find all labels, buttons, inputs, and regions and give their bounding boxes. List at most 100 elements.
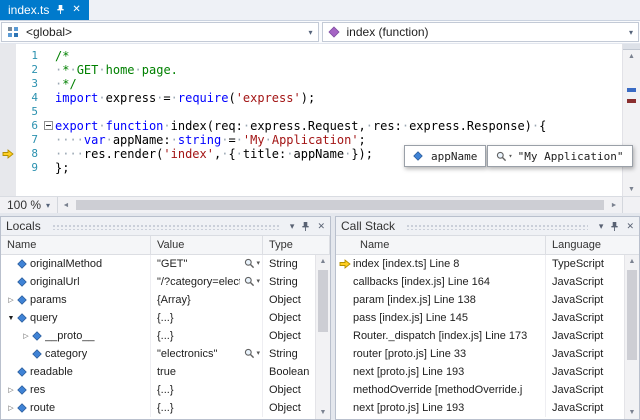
editor-vertical-scrollbar[interactable]: ▲ ▼ [622, 44, 640, 196]
locals-row[interactable]: ▼query{...}Object [1, 309, 315, 327]
locals-row[interactable]: originalMethod"GET"▾String [1, 255, 315, 273]
callstack-row[interactable]: router [proto.js] Line 33JavaScript [336, 345, 624, 363]
variable-value-cell: {...} [151, 309, 263, 327]
breakpoint-margin[interactable] [0, 147, 16, 161]
locals-row[interactable]: readabletrueBoolean [1, 363, 315, 381]
breakpoint-margin[interactable] [0, 63, 16, 77]
magnifier-icon[interactable]: ▾ [496, 151, 512, 162]
code-token: · [265, 133, 272, 147]
expander-icon[interactable]: ▷ [5, 296, 17, 304]
variable-value-cell: true [151, 363, 263, 381]
locals-row[interactable]: ▷__proto__{...}Object [1, 327, 315, 345]
breakpoint-margin[interactable] [0, 77, 16, 91]
variable-value: {...} [157, 384, 174, 396]
scroll-up-icon[interactable]: ▲ [316, 255, 330, 268]
code-token: title: [243, 147, 286, 161]
pin-icon[interactable] [56, 4, 65, 15]
frame-language: JavaScript [546, 366, 624, 378]
fold-margin[interactable] [43, 77, 55, 91]
chevron-down-icon: ▾ [629, 28, 633, 37]
line-number: 7 [16, 133, 43, 147]
fold-margin[interactable] [43, 63, 55, 77]
code-token: express.Response) [409, 119, 532, 133]
expander-icon[interactable]: ▷ [20, 332, 32, 340]
breakpoint-margin[interactable] [0, 119, 16, 133]
magnifier-icon[interactable]: ▾ [244, 276, 260, 287]
breakpoint-margin[interactable] [0, 91, 16, 105]
close-icon[interactable]: ✕ [72, 5, 80, 15]
locals-row[interactable]: category"electronics"▾String [1, 345, 315, 363]
scroll-down-icon[interactable]: ▼ [625, 406, 639, 419]
fold-margin[interactable] [43, 105, 55, 119]
code-token: · [98, 119, 105, 133]
variable-value-cell: "electronics"▾ [151, 345, 263, 363]
scroll-up-icon[interactable]: ▲ [623, 50, 640, 63]
fold-margin[interactable] [43, 91, 55, 105]
locals-row[interactable]: originalUrl"/?category=electronics"▾Stri… [1, 273, 315, 291]
locals-row[interactable]: ▷route{...}Object [1, 399, 315, 417]
window-position-icon[interactable]: ▾ [599, 221, 604, 232]
scrollbar-thumb[interactable] [76, 200, 604, 210]
callstack-row[interactable]: callbacks [index.js] Line 164JavaScript [336, 273, 624, 291]
fold-margin[interactable] [43, 49, 55, 63]
callstack-scrollbar[interactable]: ▲ ▼ [624, 255, 639, 419]
datatip-value-box[interactable]: ▾ "My Application" [487, 145, 632, 167]
locals-scrollbar[interactable]: ▲ ▼ [315, 255, 330, 419]
magnifier-icon[interactable]: ▾ [244, 348, 260, 359]
scroll-down-icon[interactable]: ▼ [623, 183, 640, 196]
callstack-row[interactable]: param [index.js] Line 138JavaScript [336, 291, 624, 309]
callstack-row[interactable]: methodOverride [methodOverride.jJavaScri… [336, 381, 624, 399]
line-number: 5 [16, 105, 43, 119]
fold-margin[interactable] [43, 161, 55, 175]
callstack-row[interactable]: next [proto.js] Line 193JavaScript [336, 399, 624, 417]
scrollbar-thumb[interactable] [627, 270, 637, 360]
callstack-row[interactable]: index [index.ts] Line 8TypeScript [336, 255, 624, 273]
locals-titlebar[interactable]: Locals ▾ ✕ [1, 217, 330, 236]
breakpoint-margin[interactable] [0, 161, 16, 175]
scroll-right-icon[interactable]: ► [606, 197, 622, 213]
fold-margin[interactable] [43, 147, 55, 161]
callstack-row[interactable]: Router._dispatch [index.js] Line 173Java… [336, 327, 624, 345]
callstack-row[interactable]: pass [index.js] Line 145JavaScript [336, 309, 624, 327]
fold-margin[interactable] [43, 119, 55, 133]
callstack-row[interactable]: next [proto.js] Line 193JavaScript [336, 363, 624, 381]
expander-icon[interactable]: ▷ [5, 404, 17, 412]
fold-margin[interactable] [43, 133, 55, 147]
breakpoint-margin[interactable] [0, 133, 16, 147]
column-header-name[interactable]: Name [336, 236, 546, 254]
breakpoint-margin[interactable] [0, 105, 16, 119]
code-line: 2·*·GET·home·page. [0, 63, 622, 77]
magnifier-icon[interactable]: ▾ [244, 258, 260, 269]
expander-icon[interactable]: ▷ [5, 386, 17, 394]
locals-row[interactable]: ▷params{Array}Object [1, 291, 315, 309]
horizontal-scrollbar[interactable] [74, 197, 606, 213]
scrollbar-thumb[interactable] [318, 270, 328, 332]
locals-row[interactable]: ▷res{...}Object [1, 381, 315, 399]
column-header-name[interactable]: Name [1, 236, 151, 254]
scroll-down-icon[interactable]: ▼ [316, 406, 330, 419]
window-position-icon[interactable]: ▾ [290, 221, 295, 232]
close-icon[interactable]: ✕ [626, 221, 634, 232]
code-token: appName: [113, 133, 171, 147]
breakpoint-margin[interactable] [0, 49, 16, 63]
expander-icon[interactable]: ▼ [5, 315, 17, 322]
column-header-language[interactable]: Language [546, 236, 639, 254]
column-header-value[interactable]: Value [151, 236, 263, 254]
scrollbar-corner [622, 197, 640, 213]
pin-icon[interactable] [301, 221, 310, 232]
column-header-type[interactable]: Type [263, 236, 330, 254]
code-token: var [84, 133, 106, 147]
code-token: res.render( [84, 147, 163, 161]
zoom-dropdown[interactable]: 100 % ▾ [0, 197, 58, 213]
pin-icon[interactable] [610, 221, 619, 232]
scope-dropdown[interactable]: <global> ▾ [1, 22, 319, 42]
collapse-icon[interactable] [44, 121, 53, 130]
callstack-titlebar[interactable]: Call Stack ▾ ✕ [336, 217, 639, 236]
member-dropdown[interactable]: index (function) ▾ [322, 22, 640, 42]
datatip-variable-box[interactable]: appName [404, 145, 486, 167]
code-editor[interactable]: 1/*2·*·GET·home·page.3·*/4import·express… [0, 44, 640, 196]
scroll-up-icon[interactable]: ▲ [625, 255, 639, 268]
close-icon[interactable]: ✕ [317, 221, 325, 232]
scroll-left-icon[interactable]: ◄ [58, 197, 74, 213]
tab-index-ts[interactable]: index.ts ✕ [0, 0, 89, 20]
